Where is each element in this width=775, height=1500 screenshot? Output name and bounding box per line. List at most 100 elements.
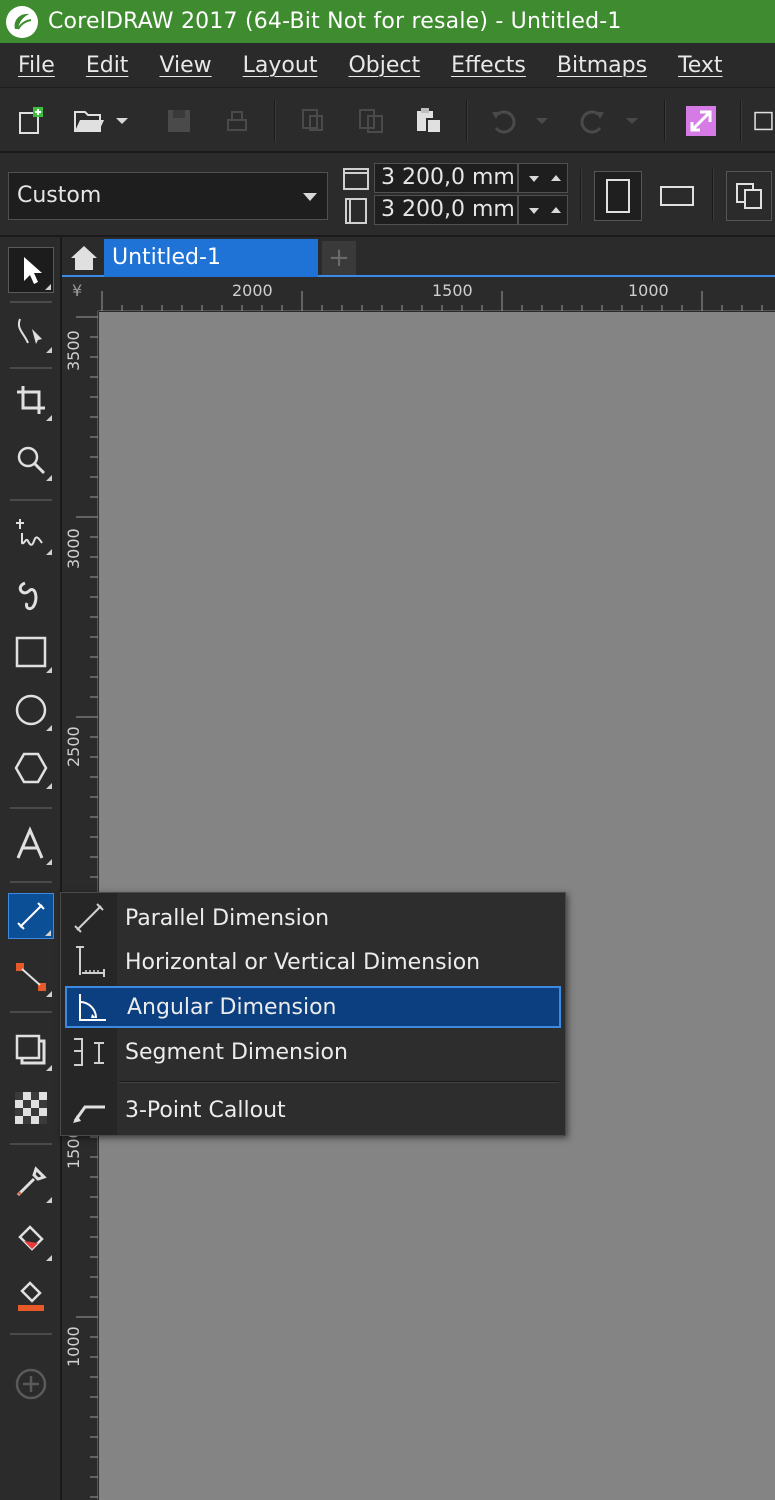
all-pages-button[interactable] xyxy=(726,171,772,221)
toolbar-separator xyxy=(740,100,742,142)
tab-untitled-1[interactable]: Untitled-1 xyxy=(104,239,318,277)
save-button[interactable] xyxy=(160,102,198,140)
quick-customize-button[interactable] xyxy=(8,1361,54,1407)
menu-view[interactable]: View xyxy=(159,53,211,78)
smart-fill-tool[interactable] xyxy=(8,1275,54,1321)
menu-edit[interactable]: Edit xyxy=(86,53,129,78)
new-document-icon xyxy=(19,107,43,134)
ruler-unit-marker: ¥ xyxy=(72,281,83,300)
menu-layout[interactable]: Layout xyxy=(243,53,318,78)
shape-node-icon xyxy=(18,318,42,344)
freehand-tool[interactable] xyxy=(8,511,54,557)
drop-shadow-tool[interactable] xyxy=(8,1027,54,1073)
toolbox-divider xyxy=(10,807,52,809)
rectangle-tool[interactable] xyxy=(8,629,54,675)
parallel-dimension-icon xyxy=(17,902,45,930)
menu-file[interactable]: File xyxy=(18,53,55,78)
menu-effects[interactable]: Effects xyxy=(451,53,526,78)
toolbox-divider xyxy=(10,301,52,303)
interactive-fill-tool[interactable] xyxy=(8,1217,54,1263)
page-width-input[interactable]: 3 200,0 mm xyxy=(374,163,518,193)
redo-button[interactable] xyxy=(574,102,612,140)
new-tab-button[interactable]: + xyxy=(322,241,356,275)
redo-dropdown-button[interactable] xyxy=(620,102,644,140)
spin-up-icon[interactable] xyxy=(551,175,561,181)
crop-icon xyxy=(17,386,45,414)
chevron-down-icon xyxy=(626,118,638,124)
page-height-input[interactable]: 3 200,0 mm xyxy=(374,195,518,225)
horizontal-ruler[interactable]: 2000 1500 1000 xyxy=(98,277,775,311)
page-size-dropdown[interactable]: Custom xyxy=(8,172,328,220)
dimension-tool[interactable] xyxy=(8,893,54,939)
ruler-label: 2500 xyxy=(64,726,83,767)
eyedropper-icon xyxy=(16,1166,47,1197)
flyout-item-angular-dimension[interactable]: Angular Dimension xyxy=(65,986,561,1028)
spin-up-icon[interactable] xyxy=(551,207,561,213)
pick-tool[interactable] xyxy=(8,247,54,293)
flyout-indicator xyxy=(46,415,52,421)
new-document-button[interactable] xyxy=(12,102,50,140)
undo-button[interactable] xyxy=(484,102,522,140)
ruler-label: 2000 xyxy=(232,281,273,300)
page-width-icon xyxy=(343,168,369,190)
save-icon xyxy=(168,110,190,132)
flyout-indicator xyxy=(46,783,52,789)
flyout-indicator xyxy=(46,1255,52,1261)
standard-toolbar xyxy=(0,87,775,153)
zoom-tool[interactable] xyxy=(8,437,54,483)
landscape-button[interactable] xyxy=(652,171,702,221)
home-icon xyxy=(71,246,97,270)
crop-tool[interactable] xyxy=(8,377,54,423)
flyout-item-3-point-callout[interactable]: 3-Point Callout xyxy=(65,1089,561,1131)
print-button[interactable] xyxy=(218,102,256,140)
page-height-spinner[interactable] xyxy=(518,195,568,225)
menu-bitmaps[interactable]: Bitmaps xyxy=(557,53,647,78)
spin-down-icon[interactable] xyxy=(529,208,539,214)
ellipse-tool[interactable] xyxy=(8,687,54,733)
menu-object[interactable]: Object xyxy=(348,53,420,78)
ruler-label: 3500 xyxy=(64,330,83,371)
flyout-item-label: Horizontal or Vertical Dimension xyxy=(125,949,481,975)
open-document-button[interactable] xyxy=(70,102,108,140)
flyout-item-horizontal-vertical-dimension[interactable]: Horizontal or Vertical Dimension xyxy=(65,941,561,983)
ruler-label: 1500 xyxy=(432,281,473,300)
eyedropper-tool[interactable] xyxy=(8,1159,54,1205)
copy-button[interactable] xyxy=(352,102,390,140)
segment-dimension-icon xyxy=(65,1031,113,1073)
polygon-icon xyxy=(14,752,48,784)
artistic-media-icon xyxy=(18,581,38,611)
flyout-indicator xyxy=(46,859,52,865)
open-folder-icon xyxy=(74,111,104,132)
import-icon xyxy=(686,106,716,136)
artistic-media-tool[interactable] xyxy=(8,571,54,617)
chevron-down-icon xyxy=(303,193,317,201)
connector-icon xyxy=(16,963,46,991)
ruler-origin-corner[interactable]: ¥ xyxy=(62,277,98,311)
menu-text[interactable]: Text xyxy=(678,53,723,78)
welcome-home-tab[interactable] xyxy=(66,241,102,275)
connector-tool[interactable] xyxy=(8,953,54,999)
text-tool[interactable] xyxy=(8,821,54,867)
flyout-indicator xyxy=(46,1197,52,1203)
flyout-indicator xyxy=(46,667,52,673)
paste-button[interactable] xyxy=(410,102,448,140)
flyout-item-parallel-dimension[interactable]: Parallel Dimension xyxy=(65,897,561,939)
toolbox-divider xyxy=(10,1333,52,1335)
undo-dropdown-button[interactable] xyxy=(530,102,554,140)
cut-button[interactable] xyxy=(294,102,332,140)
fill-bucket-icon xyxy=(18,1225,44,1251)
spin-down-icon[interactable] xyxy=(529,176,539,182)
page-height-icon xyxy=(345,198,367,224)
transparency-tool[interactable] xyxy=(8,1085,54,1131)
import-button[interactable] xyxy=(682,102,720,140)
shape-tool[interactable] xyxy=(8,309,54,355)
export-button[interactable] xyxy=(752,102,775,140)
open-dropdown-button[interactable] xyxy=(110,102,134,140)
portrait-button[interactable] xyxy=(594,171,642,221)
page-width-spinner[interactable] xyxy=(518,163,568,193)
toolbar-separator xyxy=(274,100,276,142)
paste-icon xyxy=(417,108,442,134)
flyout-item-segment-dimension[interactable]: Segment Dimension xyxy=(65,1031,561,1073)
flyout-item-label: 3-Point Callout xyxy=(125,1097,286,1123)
polygon-tool[interactable] xyxy=(8,745,54,791)
